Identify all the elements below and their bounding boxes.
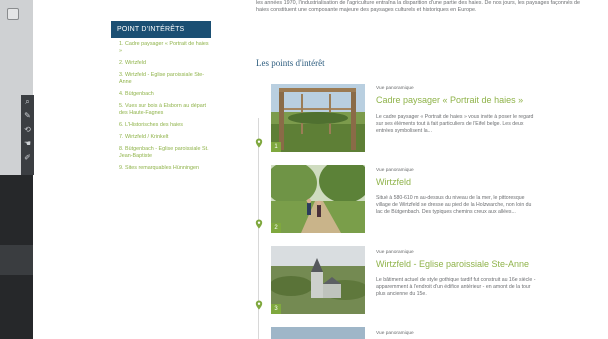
share-icon[interactable]: ⟲ bbox=[24, 123, 31, 137]
poi-link-3[interactable]: 3. Wirtzfeld - Eglise paroissiale Ste-An… bbox=[111, 69, 211, 88]
map-pin-icon bbox=[255, 219, 263, 229]
poi-link-4[interactable]: 4. Bütgenbach bbox=[111, 88, 211, 100]
poi-list: 1. Cadre paysager « Portrait de haies » … bbox=[111, 38, 211, 174]
card-description: Le bâtiment actuel de style gothique tar… bbox=[376, 277, 536, 297]
hand-icon[interactable]: ☚ bbox=[24, 137, 31, 151]
card-number-badge: 1 bbox=[271, 142, 281, 152]
poi-link-2[interactable]: 2. Wirtzfeld bbox=[111, 57, 211, 69]
card-number-badge: 2 bbox=[271, 223, 281, 233]
window-control-button[interactable] bbox=[7, 8, 19, 20]
card-tag: Vue panoramique bbox=[376, 250, 414, 255]
map-pin-icon bbox=[255, 300, 263, 310]
card-image-wirtzfeld[interactable]: 2 bbox=[271, 165, 365, 233]
poi-link-9[interactable]: 9. Sites remarquables Hünningen bbox=[111, 162, 211, 174]
card-image-4[interactable] bbox=[271, 327, 365, 339]
map-pin-icon bbox=[255, 138, 263, 148]
card-title-link[interactable]: Wirtzfeld bbox=[376, 177, 411, 187]
card-description: Situé à 580-610 m au-dessus du niveau de… bbox=[376, 195, 532, 215]
card-tag: Vue panoramique bbox=[376, 331, 414, 336]
card-description: Le cadre paysager « Portrait de haies » … bbox=[376, 114, 534, 134]
side-toolbar: ⌕ ✎ ⟲ ☚ ✐ bbox=[21, 95, 34, 175]
poi-link-5[interactable]: 5. Vues sur bois à Elsborn au départ des… bbox=[111, 100, 211, 119]
intro-paragraph: les années 1970, l'industrialisation de … bbox=[256, 0, 581, 14]
card-tag: Vue panoramique bbox=[376, 168, 414, 173]
sidebar-title: POINT D'INTÉRÊTS bbox=[111, 21, 211, 38]
pen-icon[interactable]: ✐ bbox=[24, 151, 31, 165]
card-tag: Vue panoramique bbox=[376, 86, 414, 91]
card-number-badge: 3 bbox=[271, 304, 281, 314]
section-title: Les points d'intérêt bbox=[256, 58, 325, 68]
search-icon[interactable]: ⌕ bbox=[25, 95, 29, 109]
card-image-hedge-frame[interactable]: 1 bbox=[271, 84, 365, 152]
poi-link-7[interactable]: 7. Wirtzfeld / Krinkelt bbox=[111, 131, 211, 143]
poi-link-8[interactable]: 8. Bütgenbach - Eglise paroissiale St. J… bbox=[111, 143, 211, 162]
card-title-link[interactable]: Cadre paysager « Portrait de haies » bbox=[376, 95, 523, 105]
poi-link-1[interactable]: 1. Cadre paysager « Portrait de haies » bbox=[111, 38, 211, 57]
edit-icon[interactable]: ✎ bbox=[24, 109, 31, 123]
poi-link-6[interactable]: 6. L'Historisches des haies bbox=[111, 119, 211, 131]
points-of-interest-sidebar: POINT D'INTÉRÊTS 1. Cadre paysager « Por… bbox=[111, 21, 211, 174]
card-title-link[interactable]: Wirtzfeld - Eglise paroissiale Ste-Anne bbox=[376, 259, 529, 269]
card-image-church[interactable]: 3 bbox=[271, 246, 365, 314]
